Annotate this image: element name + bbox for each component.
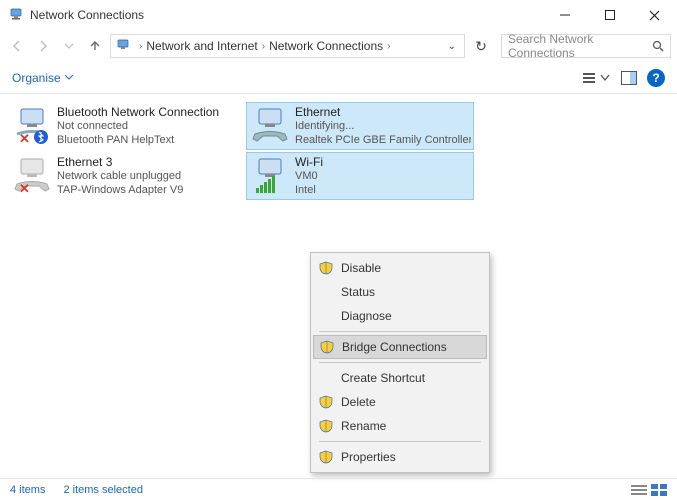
connection-status: VM0 (295, 170, 323, 184)
menu-label: Status (341, 285, 375, 299)
menu-separator (319, 331, 481, 332)
window-controls (542, 0, 677, 30)
connection-status: Not connected (57, 120, 219, 134)
breadcrumb-part[interactable]: Network and Internet (146, 39, 257, 53)
status-selected-count: 2 items selected (63, 484, 142, 496)
svg-text:✕: ✕ (19, 181, 30, 196)
connection-item-bluetooth[interactable]: ✕ Bluetooth Network Connection Not conne… (8, 102, 236, 150)
content-area: ✕ Bluetooth Network Connection Not conne… (0, 94, 677, 480)
search-icon (652, 40, 664, 52)
connection-name: Bluetooth Network Connection (57, 105, 219, 120)
connection-item-ethernet3[interactable]: ✕ Ethernet 3 Network cable unplugged TAP… (8, 152, 236, 200)
svg-text:✕: ✕ (19, 131, 30, 146)
menu-item-status[interactable]: Status (313, 280, 487, 304)
details-view-button[interactable] (631, 484, 647, 496)
recent-dropdown[interactable] (58, 35, 80, 57)
connection-device: TAP-Windows Adapter V9 (57, 184, 183, 198)
app-icon (8, 7, 24, 23)
connection-name: Ethernet (295, 105, 471, 120)
menu-label: Diagnose (341, 309, 392, 323)
menu-separator (319, 362, 481, 363)
bluetooth-adapter-icon: ✕ (11, 105, 53, 147)
ethernet-adapter-icon (249, 105, 291, 147)
search-input[interactable]: Search Network Connections (501, 34, 671, 58)
maximize-button[interactable] (587, 0, 632, 30)
menu-label: Rename (341, 419, 386, 433)
connection-status: Network cable unplugged (57, 170, 183, 184)
chevron-down-icon (65, 75, 73, 80)
help-button[interactable]: ? (647, 69, 665, 87)
chevron-right-icon: › (387, 41, 390, 52)
menu-item-disable[interactable]: Disable (313, 256, 487, 280)
preview-pane-button[interactable] (621, 71, 637, 85)
organise-label: Organise (12, 71, 61, 85)
forward-button[interactable] (32, 35, 54, 57)
shield-icon (319, 419, 333, 433)
titlebar: Network Connections (0, 0, 677, 30)
menu-label: Create Shortcut (341, 371, 425, 385)
menu-item-shortcut[interactable]: Create Shortcut (313, 366, 487, 390)
menu-separator (319, 441, 481, 442)
large-icons-view-button[interactable] (651, 484, 667, 496)
nav-row: › Network and Internet › Network Connect… (0, 30, 677, 62)
connection-item-ethernet[interactable]: Ethernet Identifying... Realtek PCIe GBE… (246, 102, 474, 150)
connection-name: Ethernet 3 (57, 155, 183, 170)
connection-item-wifi[interactable]: Wi-Fi VM0 Intel (246, 152, 474, 200)
refresh-button[interactable]: ↻ (469, 38, 493, 55)
toolbar: Organise ? (0, 62, 677, 94)
status-item-count: 4 items (10, 484, 45, 496)
context-menu: Disable Status Diagnose Bridge Connectio… (310, 252, 490, 473)
menu-item-bridge[interactable]: Bridge Connections (313, 335, 487, 359)
ethernet-adapter-icon: ✕ (11, 155, 53, 197)
menu-item-delete[interactable]: Delete (313, 390, 487, 414)
breadcrumb[interactable]: › Network and Internet › Network Connect… (110, 34, 465, 58)
network-icon (115, 38, 131, 54)
shield-icon (319, 450, 333, 464)
connection-device: Intel (295, 184, 323, 198)
menu-item-properties[interactable]: Properties (313, 445, 487, 469)
connection-status: Identifying... (295, 120, 471, 134)
close-button[interactable] (632, 0, 677, 30)
shield-icon (320, 340, 334, 354)
chevron-right-icon: › (262, 41, 265, 52)
chevron-right-icon: › (139, 41, 142, 52)
organise-button[interactable]: Organise (12, 71, 73, 85)
search-placeholder: Search Network Connections (508, 32, 652, 60)
menu-label: Bridge Connections (342, 340, 447, 354)
breadcrumb-part[interactable]: Network Connections (269, 39, 383, 53)
chevron-down-icon[interactable]: ⌄ (448, 41, 456, 52)
menu-label: Disable (341, 261, 381, 275)
shield-icon (319, 261, 333, 275)
statusbar: 4 items 2 items selected (0, 478, 677, 500)
menu-label: Properties (341, 450, 396, 464)
minimize-button[interactable] (542, 0, 587, 30)
shield-icon (319, 395, 333, 409)
menu-item-rename[interactable]: Rename (313, 414, 487, 438)
up-button[interactable] (84, 35, 106, 57)
back-button[interactable] (6, 35, 28, 57)
connection-device: Bluetooth PAN HelpText (57, 134, 219, 148)
wifi-adapter-icon (249, 155, 291, 197)
connection-name: Wi-Fi (295, 155, 323, 170)
window-title: Network Connections (30, 8, 542, 22)
menu-item-diagnose[interactable]: Diagnose (313, 304, 487, 328)
menu-label: Delete (341, 395, 376, 409)
connection-device: Realtek PCIe GBE Family Controller (295, 134, 471, 148)
view-options-button[interactable] (583, 70, 611, 86)
